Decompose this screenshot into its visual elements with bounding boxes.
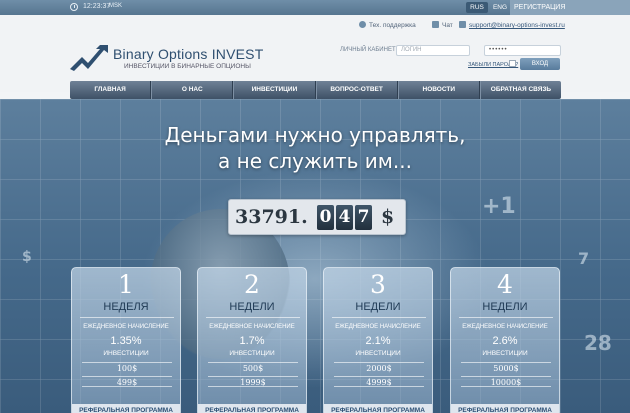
divider <box>206 317 300 318</box>
divider <box>332 317 426 318</box>
deco-number: +1 <box>482 194 516 219</box>
divider <box>459 317 553 318</box>
plan-max-amount: 10000$ <box>461 376 551 387</box>
plan-investment-label: ИНВЕСТИЦИИ <box>482 350 528 357</box>
remember-checkbox[interactable] <box>509 60 516 67</box>
plan-number: 4 <box>497 270 513 299</box>
tech-support-label: Тех. поддержка <box>369 22 416 29</box>
plan-rate: 2.6% <box>492 335 518 347</box>
counter-integer: 33791. <box>235 206 308 228</box>
plan-max-amount: 1999$ <box>208 376 298 387</box>
plan-max-amount: 499$ <box>82 376 172 387</box>
nav-item-contact[interactable]: ОБРАТНАЯ СВЯЗЬ <box>479 81 561 99</box>
register-button[interactable]: РЕГИСТРАЦИЯ <box>510 0 630 15</box>
plan-daily-label: ЕЖЕДНЕВНОЕ НАЧИСЛЕНИЕ <box>83 324 169 330</box>
chat-icon <box>432 21 439 28</box>
plan-card-2[interactable]: 2 НЕДЕЛИ ЕЖЕДНЕВНОЕ НАЧИСЛЕНИЕ 1.7% ИНВЕ… <box>197 267 307 413</box>
divider <box>80 317 174 318</box>
plan-number: 1 <box>118 270 134 299</box>
chat-label: Чат <box>442 22 453 29</box>
investment-counter: 33791. 0 4 7 $ <box>228 199 406 235</box>
nav-item-investments[interactable]: ИНВЕСТИЦИИ <box>233 81 316 99</box>
nav-item-home[interactable]: ГЛАВНАЯ <box>70 81 152 99</box>
plan-min-amount: 500$ <box>208 362 298 373</box>
counter-digit: 4 <box>336 205 353 230</box>
password-input[interactable]: •••••• <box>484 45 561 56</box>
deco-number: 7 <box>578 249 590 268</box>
login-button[interactable]: ВХОД <box>520 58 560 70</box>
main-nav: ГЛАВНАЯ О НАС ИНВЕСТИЦИИ ВОПРОС-ОТВЕТ НО… <box>70 81 561 99</box>
deco-number: $ <box>22 249 32 265</box>
chat-link[interactable]: Чат <box>432 21 453 29</box>
email-link[interactable]: support@binary-options-invest.ru <box>459 21 565 29</box>
deco-number: 28 <box>584 331 612 355</box>
plan-min-amount: 5000$ <box>461 362 551 373</box>
referral-program-link[interactable]: РЕФЕРАЛЬНАЯ ПРОГРАММА <box>324 404 432 413</box>
plan-min-amount: 2000$ <box>334 362 424 373</box>
referral-program-link[interactable]: РЕФЕРАЛЬНАЯ ПРОГРАММА <box>198 404 306 413</box>
referral-program-link[interactable]: РЕФЕРАЛЬНАЯ ПРОГРАММА <box>72 404 180 413</box>
lang-eng-button[interactable]: ENG <box>490 2 510 13</box>
counter-digit: 7 <box>355 205 372 230</box>
headline-line-1: Деньгами нужно управлять, <box>164 123 466 147</box>
plan-period: НЕДЕЛЯ <box>103 301 149 313</box>
plan-max-amount: 4999$ <box>334 376 424 387</box>
plan-investment-label: ИНВЕСТИЦИИ <box>229 350 275 357</box>
plan-investment-label: ИНВЕСТИЦИИ <box>103 350 149 357</box>
timezone-label: MSK <box>109 3 123 9</box>
counter-currency: $ <box>381 206 395 228</box>
logo-subtitle: ИНВЕСТИЦИИ В БИНАРНЫЕ ОПЦИОНЫ <box>124 63 251 70</box>
top-bar: 12:23:37 MSK RUS ENG РЕГИСТРАЦИЯ <box>0 0 630 15</box>
plan-number: 3 <box>370 270 386 299</box>
plan-card-3[interactable]: 3 НЕДЕЛИ ЕЖЕДНЕВНОЕ НАЧИСЛЕНИЕ 2.1% ИНВЕ… <box>323 267 433 413</box>
hero-headline: Деньгами нужно управлять, а не служить и… <box>0 122 630 174</box>
headline-line-2: а не служить им... <box>218 149 412 173</box>
plan-rate: 1.7% <box>239 335 265 347</box>
nav-item-about[interactable]: О НАС <box>151 81 234 99</box>
logo-title[interactable]: Binary Options INVEST <box>113 46 263 62</box>
clock-icon <box>70 3 78 11</box>
plan-card-4[interactable]: 4 НЕДЕЛИ ЕЖЕДНЕВНОЕ НАЧИСЛЕНИЕ 2.6% ИНВЕ… <box>450 267 560 413</box>
plan-period: НЕДЕЛИ <box>229 301 275 313</box>
cabinet-label: ЛИЧНЫЙ КАБИНЕТ <box>340 47 396 53</box>
plan-investment-label: ИНВЕСТИЦИИ <box>355 350 401 357</box>
logo-icon <box>70 45 108 71</box>
hero-banner: +1 7 28 $ Деньгами нужно управлять, а не… <box>0 99 630 413</box>
mail-icon <box>459 21 466 28</box>
email-label: support@binary-options-invest.ru <box>469 22 565 29</box>
nav-item-faq[interactable]: ВОПРОС-ОТВЕТ <box>315 81 398 99</box>
plan-daily-label: ЕЖЕДНЕВНОЕ НАЧИСЛЕНИЕ <box>462 324 548 330</box>
plan-period: НЕДЕЛИ <box>482 301 528 313</box>
plan-rate: 1.35% <box>110 335 142 347</box>
skype-icon <box>359 21 366 28</box>
nav-item-news[interactable]: НОВОСТИ <box>397 81 480 99</box>
tech-support-link[interactable]: Тех. поддержка <box>359 21 416 29</box>
plan-daily-label: ЕЖЕДНЕВНОЕ НАЧИСЛЕНИЕ <box>335 324 421 330</box>
counter-digit: 0 <box>317 205 334 230</box>
referral-program-link[interactable]: РЕФЕРАЛЬНАЯ ПРОГРАММА <box>451 404 559 413</box>
plan-rate: 2.1% <box>365 335 391 347</box>
plan-card-1[interactable]: 1 НЕДЕЛЯ ЕЖЕДНЕВНОЕ НАЧИСЛЕНИЕ 1.35% ИНВ… <box>71 267 181 413</box>
plan-number: 2 <box>244 270 260 299</box>
server-time: 12:23:37 <box>83 3 111 10</box>
lang-rus-button[interactable]: RUS <box>466 2 488 13</box>
plan-period: НЕДЕЛИ <box>355 301 401 313</box>
plan-min-amount: 100$ <box>82 362 172 373</box>
login-input[interactable]: ЛОГИН <box>396 45 470 56</box>
plan-daily-label: ЕЖЕДНЕВНОЕ НАЧИСЛЕНИЕ <box>209 324 295 330</box>
